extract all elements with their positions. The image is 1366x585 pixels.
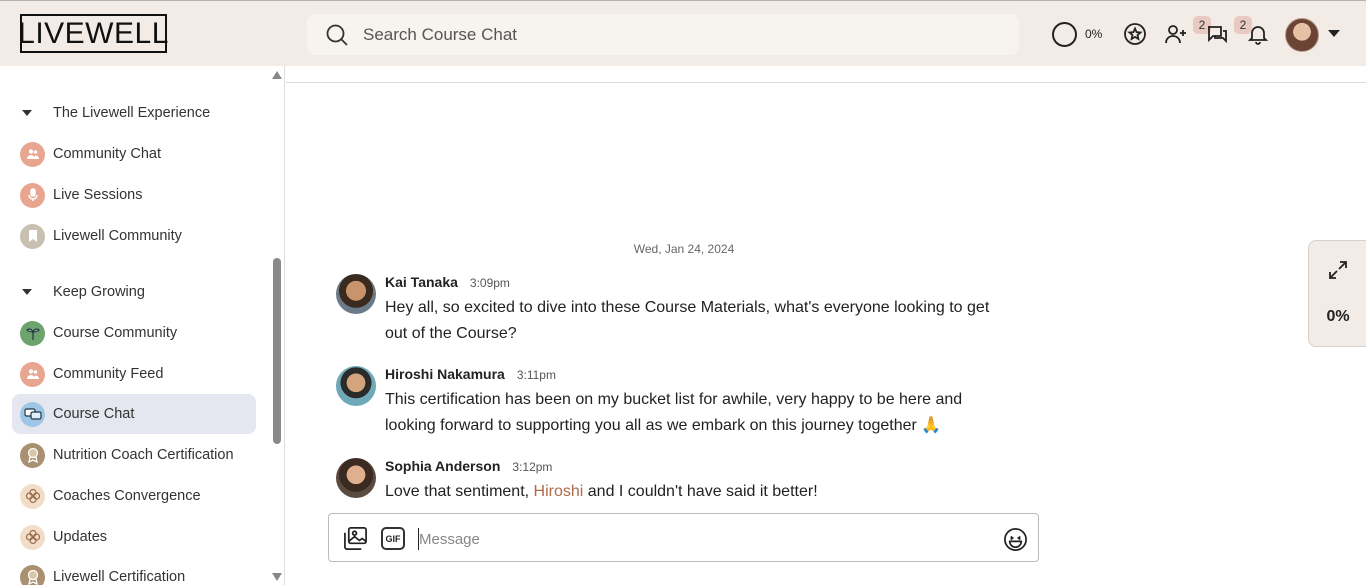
author-name[interactable]: Sophia Anderson [385,458,500,474]
user-avatar[interactable] [1285,18,1319,52]
message-text: Hey all, so excited to dive into these C… [385,299,990,342]
award-icon [20,564,45,585]
chat-bubbles-icon [20,401,45,427]
sidebar-item-live-sessions[interactable]: Live Sessions [12,175,256,215]
message-text: Love that sentiment, Hiroshi and I could… [385,479,1015,505]
people-icon [20,141,45,167]
scroll-up-arrow-icon[interactable] [272,71,282,79]
avatar[interactable] [336,366,376,406]
sidebar-item-coaches-convergence[interactable]: Coaches Convergence [12,476,256,516]
group-title: Keep Growing [53,284,145,300]
avatar[interactable] [336,458,376,498]
message-meta: Hiroshi Nakamura 3:11pm [385,366,556,382]
sidebar-item-livewell-community[interactable]: Livewell Community [12,216,256,256]
emoji-icon[interactable] [1003,527,1028,552]
sidebar: The Livewell Experience Community Chat L… [0,66,285,585]
scroll-down-arrow-icon[interactable] [272,573,282,581]
message-time: 3:09pm [469,276,510,290]
progress-percentage: 0% [1326,308,1350,325]
sidebar-item-label: Community Chat [53,146,161,162]
caret-down-icon [22,110,32,116]
progress-percentage: 0% [1085,27,1103,41]
sidebar-item-nutrition-coach-certification[interactable]: Nutrition Coach Certification [12,435,256,475]
caret-down-icon [22,289,32,295]
sidebar-item-label: Livewell Community [53,228,182,244]
scroll-thumb[interactable] [273,258,281,444]
sidebar-item-label: Updates [53,529,108,545]
group-header-livewell-experience[interactable]: The Livewell Experience [22,105,210,121]
sidebar-item-label: Livewell Certification [53,569,186,585]
flower-icon [20,483,45,509]
chevron-down-icon[interactable] [1328,30,1340,37]
sidebar-item-label: Course Chat [53,406,135,422]
bookmark-icon [20,223,45,249]
emoji: 🙏 [921,417,942,434]
message-composer: GIF [328,513,1039,562]
group-title: The Livewell Experience [53,105,211,121]
message-body: This certification has been on my bucket… [385,391,963,434]
search-icon [326,24,348,46]
date-separator: Wed, Jan 24, 2024 [633,242,735,256]
livewell-logo[interactable]: LIVEWELL [18,14,168,53]
sidebar-item-updates[interactable]: Updates [12,517,256,557]
message-time: 3:12pm [512,460,553,474]
avatar[interactable] [336,274,376,314]
message-time: 3:11pm [516,368,556,382]
gif-button[interactable]: GIF [381,527,405,550]
message-body: and I couldn't have said it better! [583,483,818,500]
sidebar-item-label: Nutrition Coach Certification [53,447,234,463]
sidebar-item-livewell-certification[interactable]: Livewell Certification [12,557,256,585]
divider [286,82,1366,83]
sidebar-item-community-chat[interactable]: Community Chat [12,134,256,174]
sidebar-item-course-chat[interactable]: Course Chat [12,394,256,434]
award-icon [20,442,45,468]
microphone-icon [20,182,45,208]
message-input[interactable] [418,528,978,550]
user-mention[interactable]: Hiroshi [534,483,584,500]
bell-icon[interactable] [1245,21,1271,47]
top-header: LIVEWELL 0% 2 2 [0,0,1366,66]
message-meta: Sophia Anderson 3:12pm [385,458,552,474]
sidebar-item-label: Community Feed [53,366,164,382]
people-icon [20,361,45,387]
sidebar-item-label: Coaches Convergence [53,488,201,504]
flower-icon [20,524,45,550]
progress-ring-icon[interactable] [1052,22,1077,47]
message-body: Love that sentiment, [385,483,534,500]
author-name[interactable]: Hiroshi Nakamura [385,366,505,382]
messages-icon[interactable] [1204,21,1230,47]
search-input[interactable] [363,24,963,45]
sprout-icon [20,320,45,346]
progress-side-panel[interactable]: 0% [1308,240,1366,347]
author-name[interactable]: Kai Tanaka [385,274,458,290]
sidebar-item-label: Live Sessions [53,187,143,203]
chat-main: Wed, Jan 24, 2024 Kai Tanaka 3:09pm Hey … [286,66,1366,585]
image-upload-icon[interactable] [343,526,368,551]
sidebar-item-community-feed[interactable]: Community Feed [12,354,256,394]
star-badge-icon[interactable] [1122,21,1148,47]
expand-icon[interactable] [1327,259,1349,281]
sidebar-item-label: Course Community [53,325,178,341]
group-header-keep-growing[interactable]: Keep Growing [22,284,145,300]
search-bar[interactable] [307,14,1019,55]
add-user-icon[interactable] [1163,21,1189,47]
sidebar-item-course-community[interactable]: Course Community [12,313,256,353]
message-text: This certification has been on my bucket… [385,387,1015,439]
message-meta: Kai Tanaka 3:09pm [385,274,510,290]
